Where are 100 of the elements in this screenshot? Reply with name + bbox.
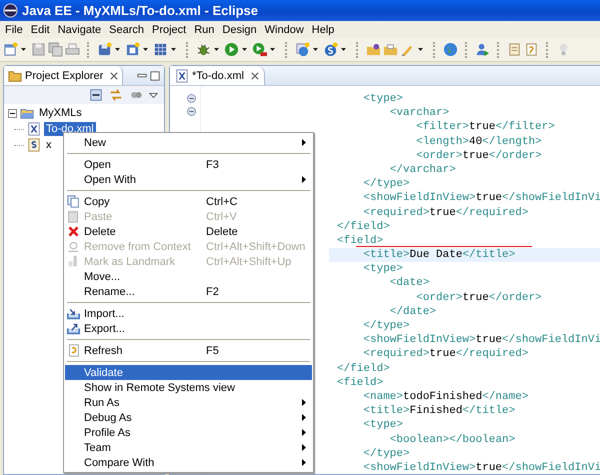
menu-item[interactable]: Open F3 [65,157,312,172]
dropdown-caret-icon[interactable] [214,48,219,51]
menu-item[interactable]: Search [105,24,148,36]
view-menu-icon[interactable] [149,92,158,98]
menu-item[interactable]: Window [260,24,308,36]
menu-item[interactable]: Export... [65,321,312,336]
collapse-toggle-icon[interactable] [8,108,17,118]
dropdown-caret-icon[interactable] [115,48,120,51]
submenu-arrow-icon [302,176,306,183]
menu-item[interactable]: Validate [65,365,312,380]
collapse-all-icon[interactable] [89,88,103,102]
menu-item[interactable]: Debug As [65,410,312,425]
menu-item[interactable]: Show in Remote Systems view [65,380,312,395]
menu-item[interactable]: Compare With [65,455,312,470]
code-line: <filter>true</filter> [415,121,555,134]
menu-item[interactable]: Copy Ctrl+C [65,194,312,209]
code-line: </type> [362,448,410,460]
web-icon[interactable] [295,42,310,57]
code-line: <required>true</required> [362,348,528,360]
window-title: Java EE - MyXMLs/To-do.xml - Eclipse [22,3,258,18]
fold-icon[interactable] [187,94,196,103]
dropdown-caret-icon[interactable] [21,48,26,51]
menu-item[interactable]: Move... [65,269,312,284]
menu-item[interactable]: Delete Delete [65,224,312,239]
code-line: </varchar> [388,164,456,176]
menu-item[interactable]: Refresh F5 [65,343,312,358]
dropdown-caret-icon[interactable] [242,48,247,51]
close-icon[interactable] [250,72,259,80]
menu-item[interactable]: File [1,24,27,36]
maximize-icon[interactable] [150,70,160,80]
code-line: <date> [388,277,430,290]
copy-icon [67,195,80,208]
bug-icon[interactable] [196,42,211,57]
menu-item[interactable]: Open With [65,172,312,187]
code-line: <field> [337,234,384,247]
code-line: <varchar> [388,107,450,120]
folder-icon [20,106,34,120]
code-line: </field> [337,220,390,233]
run-icon[interactable] [224,42,239,57]
menu-item[interactable]: Team [65,440,312,455]
printer-icon[interactable] [65,42,80,57]
import-icon [67,307,80,320]
submenu-arrow-icon [302,459,306,466]
save-all-icon[interactable] [48,42,63,57]
close-icon[interactable] [110,72,118,80]
menu-item[interactable]: Project [148,24,190,36]
person-icon[interactable] [475,42,490,57]
code-line: <field> [337,376,384,389]
menu-item[interactable]: Import... [65,306,312,321]
globe-icon[interactable] [443,42,458,57]
menu-item[interactable]: Rename... F2 [65,284,312,299]
save-icon[interactable] [31,42,46,57]
submenu-arrow-icon [302,414,306,421]
new-file-icon[interactable] [3,42,18,57]
tree-item[interactable]: x [44,138,54,152]
menu-item[interactable]: Design [218,24,261,36]
window-icon[interactable] [125,42,140,57]
dropdown-caret-icon[interactable] [270,48,275,51]
code-line: <type> [362,263,404,276]
code-line: <required>true</required> [362,206,528,218]
folder-icon[interactable] [366,42,381,57]
delete-icon [67,225,80,238]
folder-icon[interactable] [383,42,398,57]
dropdown-caret-icon[interactable] [341,48,346,51]
dropdown-caret-icon[interactable] [143,48,148,51]
menu-item[interactable]: Edit [26,24,54,36]
refresh-icon [67,344,80,357]
menu-item[interactable]: New [65,135,312,150]
dropdown-caret-icon[interactable] [313,48,318,51]
code-line: <order>true</order> [415,150,542,162]
xml-file-icon [175,68,189,82]
scroll-icon[interactable] [507,42,522,57]
code-line: <title>Due Date</title> [362,249,516,262]
clipboard-icon [67,210,80,223]
export-icon [67,322,80,335]
code-line: <length>40</length> [415,136,542,148]
menu-item[interactable]: Profile As [65,425,312,440]
dropdown-caret-icon[interactable] [418,48,423,51]
context-icon [67,240,80,253]
menu-item[interactable]: Run [190,24,218,36]
dropdown-caret-icon[interactable] [171,48,176,51]
run-tool-icon[interactable] [252,42,267,57]
document-icon[interactable] [524,42,539,57]
xml-file-icon [27,122,41,136]
code-line: </type> [362,320,410,332]
landmark-icon [67,255,80,268]
menu-item[interactable]: Run As [65,395,312,410]
s-globe-icon[interactable] [323,42,338,57]
code-line: </date> [388,306,436,318]
code-line: </type> [362,178,410,190]
menu-item[interactable]: Navigate [54,24,106,36]
fold-icon[interactable] [187,107,196,116]
submenu-arrow-icon [302,429,306,436]
code-line: <title>Finished</title> [362,405,516,418]
menu-item[interactable]: Help [308,24,338,36]
code-line: <order>true</order> [415,292,542,304]
grid-icon[interactable] [153,42,168,57]
submenu-arrow-icon [302,399,306,406]
folder-icon [8,68,22,82]
tree-item[interactable]: MyXMLs [37,106,84,120]
